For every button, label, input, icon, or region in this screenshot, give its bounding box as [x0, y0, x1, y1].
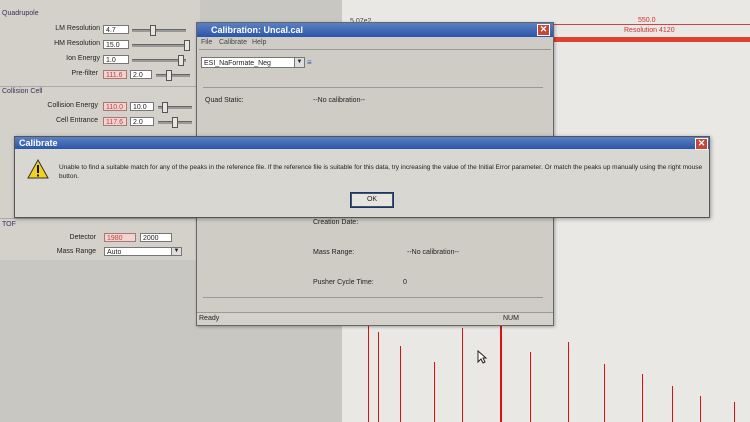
- collision-energy-readback: 110.0: [103, 102, 127, 111]
- spectrum-peak: [368, 322, 369, 422]
- spectrum-peak: [530, 352, 531, 422]
- chevron-down-icon[interactable]: ▼: [294, 58, 304, 67]
- hm-resolution-label: HM Resolution: [54, 40, 100, 47]
- section-divider-tof: [0, 218, 196, 219]
- spectrum-peak: [604, 364, 605, 422]
- dialog-message-line-2: button.: [59, 173, 79, 180]
- mass-range-cal-value: --No calibration--: [407, 249, 460, 256]
- lm-resolution-label: LM Resolution: [55, 25, 100, 32]
- reference-file-value: ESI_NaFormate_Neg: [204, 60, 271, 67]
- mouse-cursor-icon: [477, 350, 487, 364]
- menu-divider: [199, 49, 551, 50]
- detector-field[interactable]: 2000: [140, 233, 172, 242]
- chevron-down-icon[interactable]: ▼: [171, 248, 181, 255]
- tune-panel: Quadrupole LM Resolution 4.7 HM Resoluti…: [0, 0, 200, 260]
- peak-marker-bar: [548, 37, 750, 42]
- menu-help[interactable]: Help: [252, 39, 266, 46]
- collision-cell-header: Collision Cell: [2, 88, 43, 95]
- mass-range-value: Auto: [107, 249, 122, 256]
- warning-icon: [27, 159, 49, 179]
- cell-entrance-field[interactable]: 2.0: [130, 117, 154, 126]
- dialog-close-icon[interactable]: ✕: [695, 138, 708, 150]
- resolution-label: Resolution 4120: [624, 27, 675, 34]
- quad-static-label: Quad Static:: [205, 97, 244, 104]
- spectrum-peak: [462, 328, 463, 422]
- spectrum-peak: [400, 346, 401, 422]
- cell-entrance-readback: 117.6: [103, 117, 127, 126]
- dialog-titlebar: Calibrate: [15, 137, 709, 149]
- hm-resolution-field[interactable]: 15.0: [103, 40, 129, 49]
- panel-divider-bottom: [203, 297, 543, 298]
- hm-resolution-thumb[interactable]: [184, 40, 190, 51]
- mass-range-label: Mass Range: [56, 248, 96, 255]
- spectrum-peak: [500, 320, 502, 422]
- creation-date-label: Creation Date:: [313, 219, 359, 226]
- prefilter-label: Pre-filter: [71, 70, 98, 77]
- spectrum-peak: [672, 386, 673, 422]
- ion-energy-field[interactable]: 1.0: [103, 55, 129, 64]
- spectrum-peak: [642, 374, 643, 422]
- collision-energy-label: Collision Energy: [47, 102, 98, 109]
- lm-resolution-slider[interactable]: [132, 29, 186, 32]
- ion-energy-thumb[interactable]: [178, 55, 184, 66]
- cell-entrance-thumb[interactable]: [172, 117, 178, 128]
- lm-resolution-field[interactable]: 4.7: [103, 25, 129, 34]
- dialog-title: Calibrate: [19, 138, 58, 148]
- menu-calibrate[interactable]: Calibrate: [219, 39, 247, 46]
- detector-readback: 1980: [104, 233, 136, 242]
- cell-entrance-label: Cell Entrance: [55, 117, 98, 124]
- calibrate-dialog: Calibrate ✕ Unable to find a suitable ma…: [14, 136, 710, 218]
- edit-reference-icon[interactable]: ≡: [307, 58, 312, 67]
- section-divider: [0, 86, 196, 87]
- pusher-cycle-value: 0: [403, 279, 407, 286]
- quadrupole-header: Quadrupole: [2, 10, 39, 17]
- prefilter-field[interactable]: 2.0: [130, 70, 152, 79]
- mass-range-select[interactable]: Auto ▼: [104, 247, 182, 256]
- panel-divider-top: [203, 87, 543, 88]
- close-icon[interactable]: ✕: [537, 24, 550, 36]
- status-num: NUM: [503, 315, 519, 322]
- collision-energy-field[interactable]: 10.0: [130, 102, 154, 111]
- ion-energy-label: Ion Energy: [66, 55, 100, 62]
- calibration-titlebar: Calibration: Uncal.cal: [197, 23, 553, 37]
- collision-energy-thumb[interactable]: [162, 102, 168, 113]
- detector-label: Detector: [69, 234, 96, 241]
- dialog-message: Unable to find a suitable match for any …: [59, 163, 703, 181]
- status-bar: Ready NUM: [197, 312, 553, 325]
- hm-resolution-slider[interactable]: [132, 44, 186, 47]
- quad-static-value: --No calibration--: [313, 97, 366, 104]
- prefilter-readback: 111.6: [103, 70, 127, 79]
- mass-range-cal-label: Mass Range:: [313, 249, 355, 256]
- ok-button[interactable]: OK: [350, 192, 394, 208]
- spectrum-peak: [734, 402, 735, 422]
- spectrum-peak: [378, 332, 379, 422]
- menu-file[interactable]: File: [201, 39, 212, 46]
- tof-header: TOF: [2, 221, 16, 228]
- mass-label: 550.0: [638, 17, 656, 24]
- spectrum-peak: [434, 362, 435, 422]
- prefilter-slider[interactable]: [156, 74, 190, 77]
- spectrum-peak: [700, 396, 701, 422]
- pusher-cycle-label: Pusher Cycle Time:: [313, 279, 374, 286]
- prefilter-thumb[interactable]: [166, 70, 172, 81]
- lm-resolution-thumb[interactable]: [150, 25, 156, 36]
- calibration-title: Calibration: Uncal.cal: [211, 25, 304, 35]
- reference-file-select[interactable]: ESI_NaFormate_Neg ▼: [201, 57, 305, 68]
- spectrum-peak: [568, 342, 569, 422]
- status-ready: Ready: [199, 315, 220, 322]
- dialog-message-line-1: Unable to find a suitable match for any …: [59, 164, 703, 171]
